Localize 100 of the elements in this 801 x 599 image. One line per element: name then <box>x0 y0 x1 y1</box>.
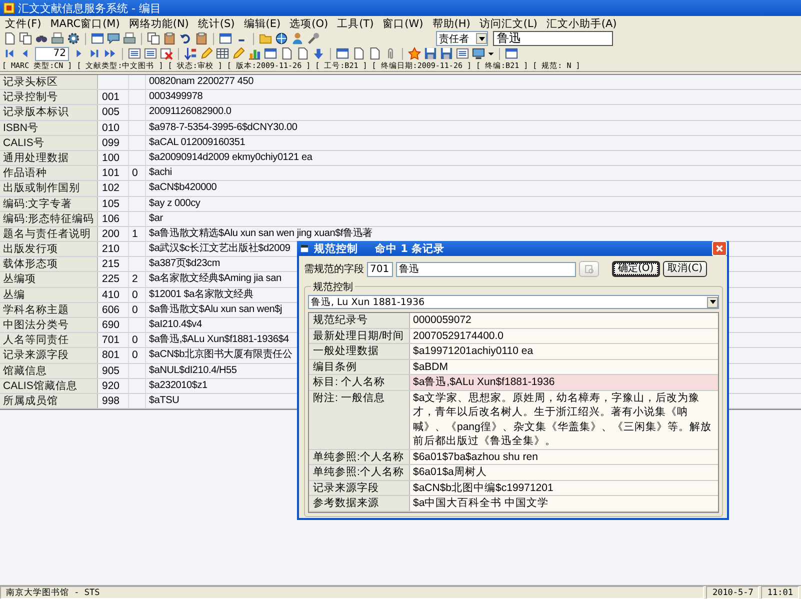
menu-item[interactable]: 网络功能(N) <box>128 16 189 30</box>
window-icon[interactable] <box>91 32 104 45</box>
menu-item[interactable]: 选项(O) <box>290 16 328 30</box>
printer-icon[interactable] <box>51 32 64 45</box>
dropdown-arrow-icon <box>708 298 716 306</box>
field-value: 0003499978 <box>149 91 203 102</box>
field-name-cell: 编码:文字专著 <box>0 196 98 211</box>
authority-row[interactable]: 单纯参照:个人名称 $6a01$a周树人 <box>309 465 718 480</box>
ok-button[interactable]: 确定(O) <box>612 261 660 277</box>
window-icon[interactable] <box>219 32 232 45</box>
field-name-cell: ISBN号 <box>0 120 98 135</box>
search-input[interactable]: 鲁迅 <box>493 31 613 46</box>
field-value: $a鲁迅散文$Alu xun san wen$j <box>149 304 282 315</box>
indicator: 0 <box>132 334 138 346</box>
heading-dropdown[interactable]: 鲁迅, Lu Xun 1881-1936 <box>308 295 719 309</box>
field-name-cell: 规范纪录号 <box>309 313 410 328</box>
menu-item[interactable]: 窗口(W) <box>382 16 424 30</box>
document-icon[interactable] <box>296 47 309 60</box>
chart-icon[interactable] <box>248 47 261 60</box>
authority-row[interactable]: 编目条例 $aBDM <box>309 360 718 375</box>
menu-item[interactable]: 编辑(E) <box>244 16 281 30</box>
undo-icon[interactable] <box>179 32 192 45</box>
star-icon[interactable] <box>408 47 421 60</box>
authority-row[interactable]: 最新处理日期/时间 20070529174400.0 <box>309 328 718 344</box>
field-name-cell: 作品语种 <box>0 166 98 180</box>
menu-item[interactable]: 工具(T) <box>337 16 374 30</box>
gear-icon[interactable] <box>67 32 80 45</box>
menu-item[interactable]: 帮助(H) <box>432 16 470 30</box>
field-tag: 106 <box>102 212 120 225</box>
field-tag: 410 <box>102 288 120 301</box>
window-icon[interactable] <box>505 47 518 60</box>
indicator: 0 <box>132 288 138 301</box>
menu-item[interactable]: 访问汇文(L) <box>479 16 538 30</box>
last-record-icon[interactable] <box>88 47 101 60</box>
field-name-cell: 附注: 一般信息 <box>309 390 410 448</box>
authority-row[interactable]: 单纯参照:个人名称 $6a01$7ba$azhou shu ren <box>309 450 718 465</box>
document-icon[interactable] <box>368 47 381 60</box>
save-icon[interactable] <box>440 47 453 60</box>
authority-row[interactable]: 一般处理数据 $a19971201achiy0110 ea <box>309 344 718 360</box>
field-value: 20070529174400.0 <box>410 328 718 343</box>
window-icon <box>300 244 309 253</box>
status-library: 南京大学图书馆 - STS <box>0 586 704 599</box>
field-tag-input[interactable]: 701 <box>367 262 393 276</box>
field-name-cell: 丛编项 <box>0 272 98 287</box>
field-name-cell: 载体形态项 <box>0 257 98 272</box>
menu-item[interactable]: MARC窗口(M) <box>50 16 120 30</box>
menu-item[interactable]: 文件(F) <box>5 16 42 30</box>
field-value: $a19971201achiy0110 ea <box>410 344 718 358</box>
field-value-input[interactable]: 鲁迅 <box>396 262 576 276</box>
delete-icon[interactable] <box>160 47 173 60</box>
indicator: 1 <box>132 228 138 240</box>
search-field-dropdown[interactable]: 责任者 <box>436 31 488 46</box>
arrow-down-icon[interactable] <box>312 47 325 60</box>
document-icon[interactable] <box>352 47 365 60</box>
authority-row[interactable]: 附注: 一般信息 $a文学家、思想家。原姓周，幼名樟寿，字豫山，后改为豫才，青年以后改名树人。生于浙江绍兴。著有小说集《呐喊》、《pang徨》、杂文集《华盖集》、《三闲集》等。解放前后都出版过《鲁迅全集》。 <box>309 390 718 450</box>
authority-row[interactable]: 记录来源字段 $aCN$b北图中编$c19971201 <box>309 480 718 496</box>
field-tag: 606 <box>102 304 120 316</box>
field-value: $ar <box>149 212 163 224</box>
document-icon[interactable] <box>3 32 16 45</box>
list-icon[interactable] <box>144 47 157 60</box>
field-name-cell: 所属成员馆 <box>0 394 98 408</box>
window-icon[interactable] <box>264 47 277 60</box>
authority-row[interactable]: 参考数据来源 $a中国大百科全书 中国文学 <box>309 496 718 512</box>
field-tag: 200 <box>102 228 120 240</box>
indicator: 2 <box>132 273 138 286</box>
monitor-icon[interactable] <box>472 47 485 60</box>
hit-count: 命中 1 条记录 <box>375 242 445 256</box>
menu-item[interactable]: 统计(S) <box>198 16 235 30</box>
field-tag: 102 <box>102 182 120 194</box>
field-tag: 225 <box>102 273 120 286</box>
window-icon[interactable] <box>336 47 349 60</box>
fast-forward-icon[interactable] <box>104 47 117 60</box>
menu-item[interactable]: 汇文小助手(A) <box>546 16 617 30</box>
grid-icon[interactable] <box>216 47 229 60</box>
indicator: 0 <box>132 349 138 362</box>
clipboard-icon[interactable] <box>163 32 176 45</box>
record-number-field[interactable]: 72 <box>35 46 69 60</box>
clipboard-icon[interactable] <box>195 32 208 45</box>
copy-icon[interactable] <box>147 32 160 45</box>
first-record-icon[interactable] <box>3 47 16 60</box>
dialog-title: 规范控制 <box>314 242 358 256</box>
cancel-button[interactable]: 取消(C) <box>662 261 708 277</box>
field-tag: 010 <box>102 122 120 134</box>
field-name-cell: CALIS号 <box>0 136 98 150</box>
pencil-icon[interactable] <box>200 47 213 60</box>
save-icon[interactable] <box>424 47 437 60</box>
globe-icon[interactable] <box>275 32 288 45</box>
list-icon[interactable] <box>456 47 469 60</box>
authority-row[interactable]: 规范纪录号 0000059072 <box>309 313 718 328</box>
document-icon[interactable] <box>280 47 293 60</box>
field-value: $a20090914d2009 ekmy0chiy0121 ea <box>149 152 312 163</box>
authority-row[interactable]: 标目: 个人名称 $a鲁迅,$ALu Xun$f1881-1936 <box>309 375 718 390</box>
field-name-cell: 馆藏信息 <box>0 364 98 378</box>
printer-icon[interactable] <box>123 32 136 45</box>
copy-icon[interactable] <box>19 32 32 45</box>
sort-icon[interactable] <box>184 47 197 60</box>
pencil-icon[interactable] <box>232 47 245 60</box>
close-button[interactable] <box>712 241 727 256</box>
speech-bubble-icon[interactable] <box>107 32 120 45</box>
list-icon[interactable] <box>128 47 141 60</box>
